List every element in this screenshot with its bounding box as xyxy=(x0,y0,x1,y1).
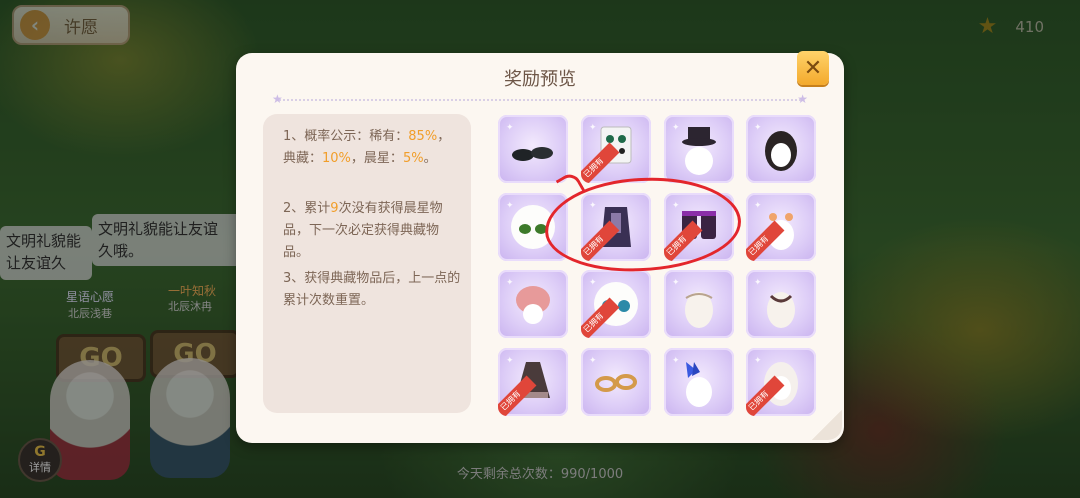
rule-highlight: 10% xyxy=(322,151,351,166)
black-hair-icon xyxy=(746,115,816,183)
rule-highlight: 85% xyxy=(408,129,438,144)
rule-text: 。 xyxy=(423,151,437,166)
pink-hair-icon xyxy=(498,270,568,338)
reward-item[interactable]: ✦ xyxy=(498,270,568,338)
reward-item[interactable]: ✦ xyxy=(746,270,816,338)
reward-item[interactable]: ✦ 已拥有 xyxy=(581,270,651,338)
top-hat-icon xyxy=(664,115,734,183)
dialog-title: 奖励预览 xyxy=(504,69,576,90)
star-ornament-icon: ★ xyxy=(797,92,808,106)
reward-item[interactable]: ✦ xyxy=(664,115,734,183)
rule-3: 3、获得典藏物品后，上一点的累计次数重置。 xyxy=(283,268,461,312)
black-shoes-icon xyxy=(498,115,568,183)
close-button[interactable]: ✕ xyxy=(797,51,829,85)
rule-highlight: 5% xyxy=(402,151,424,166)
rule-1: 1、概率公示：稀有：85%，典藏：10%，晨星：5%。 xyxy=(283,126,461,170)
rule-highlight: 9 xyxy=(330,201,339,216)
reward-item[interactable]: ✦ xyxy=(664,348,734,416)
title-divider xyxy=(276,99,804,101)
reward-item[interactable]: ✦ xyxy=(498,115,568,183)
star-ornament-icon: ★ xyxy=(272,92,283,106)
reward-item[interactable]: ✦ xyxy=(664,270,734,338)
rule-text: 2、累计 xyxy=(283,201,331,216)
probability-info-panel: 1、概率公示：稀有：85%，典藏：10%，晨星：5%。 2、累计9次没有获得晨星… xyxy=(263,114,471,413)
necklace-icon xyxy=(746,270,816,338)
lace-top-icon xyxy=(664,270,734,338)
page-curl-decoration xyxy=(812,410,842,440)
gold-rings-icon xyxy=(581,348,651,416)
rule-text: 3、获得典藏物品后，上一点的累计次数重置。 xyxy=(283,271,461,308)
butterfly-accessory-icon xyxy=(664,348,734,416)
reward-item[interactable]: ✦ xyxy=(581,348,651,416)
reward-item[interactable]: ✦ 已拥有 xyxy=(746,348,816,416)
rule-2: 2、累计9次没有获得晨星物品，下一次必定获得典藏物品。 xyxy=(283,198,461,264)
rule-text: ，晨星： xyxy=(350,151,403,166)
reward-item[interactable]: ✦ 已拥有 xyxy=(498,348,568,416)
reward-item[interactable]: ✦ xyxy=(746,115,816,183)
reward-item[interactable]: ✦ 已拥有 xyxy=(746,193,816,261)
reward-item[interactable]: ✦ 已拥有 xyxy=(581,115,651,183)
rule-text: 1、概率公示：稀有： xyxy=(283,129,409,144)
